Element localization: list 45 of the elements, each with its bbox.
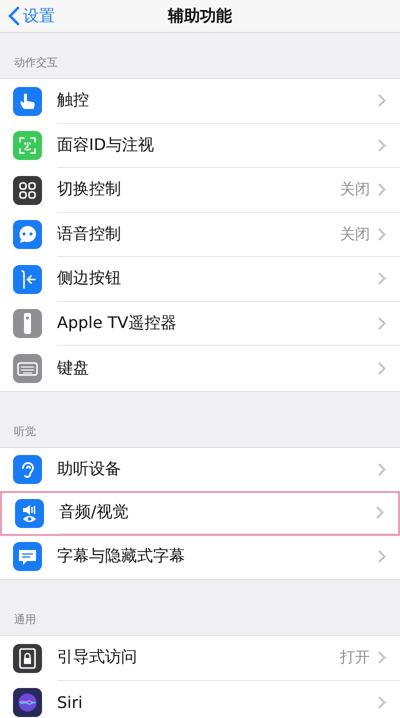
row-label: 音频/视觉 [59, 502, 130, 524]
settings-row[interactable]: 助听设备 [0, 448, 400, 492]
row-label: 引导式访问 [57, 647, 138, 668]
chevron-icon [378, 550, 386, 564]
chevron-icon [378, 183, 386, 196]
page-title: 辅助功能 [168, 6, 232, 26]
back-button[interactable]: 设置 [8, 6, 168, 26]
settings-row[interactable]: 语音控制 关闭 [0, 212, 400, 257]
row-label: 面容ID与注视 [57, 134, 156, 156]
settings-row[interactable]: Siri [0, 680, 400, 718]
row-label: 助听设备 [57, 458, 122, 480]
chevron-icon [378, 94, 386, 108]
chevron-icon [378, 138, 386, 152]
row-value: 打开 [340, 648, 370, 668]
chevron-icon [378, 362, 386, 375]
chevron-icon [378, 462, 386, 476]
chevron-icon [378, 696, 386, 710]
settings-row[interactable]: 引导式访问 打开 [0, 636, 400, 680]
section-header: 通用 [14, 612, 36, 627]
row-label: 语音控制 [57, 224, 122, 245]
chevron-icon [376, 506, 384, 520]
settings-row[interactable]: 字幕与隐藏式字幕 [0, 534, 400, 579]
section-header: 听觉 [14, 424, 36, 438]
settings-row[interactable]: Apple TV遥控器 [0, 302, 400, 346]
chevron-icon [378, 228, 386, 241]
settings-row[interactable]: 侧边按钮 [0, 257, 400, 302]
settings-row[interactable]: 触控 [0, 79, 400, 124]
row-label: 字幕与隐藏式字幕 [57, 546, 186, 568]
row-label: Apple TV遥控器 [57, 312, 178, 334]
chevron-icon [378, 272, 386, 286]
row-label: 侧边按钮 [57, 268, 122, 290]
settings-row[interactable]: 键盘 [0, 346, 400, 390]
row-label: 触控 [57, 90, 90, 112]
settings-row[interactable]: 切换控制 关闭 [0, 168, 400, 212]
row-label: Siri [57, 693, 84, 712]
settings-row[interactable]: 面容ID与注视 [0, 124, 400, 168]
section-header: 动作交互 [14, 55, 58, 70]
row-value: 关闭 [340, 224, 370, 244]
chevron-icon [378, 651, 386, 664]
back-icon [8, 6, 20, 26]
row-label: 切换控制 [57, 179, 122, 200]
row-label: 键盘 [57, 358, 90, 379]
chevron-icon [378, 316, 386, 330]
row-value: 关闭 [340, 180, 370, 200]
settings-row[interactable]: 音频/视觉 [0, 491, 400, 536]
